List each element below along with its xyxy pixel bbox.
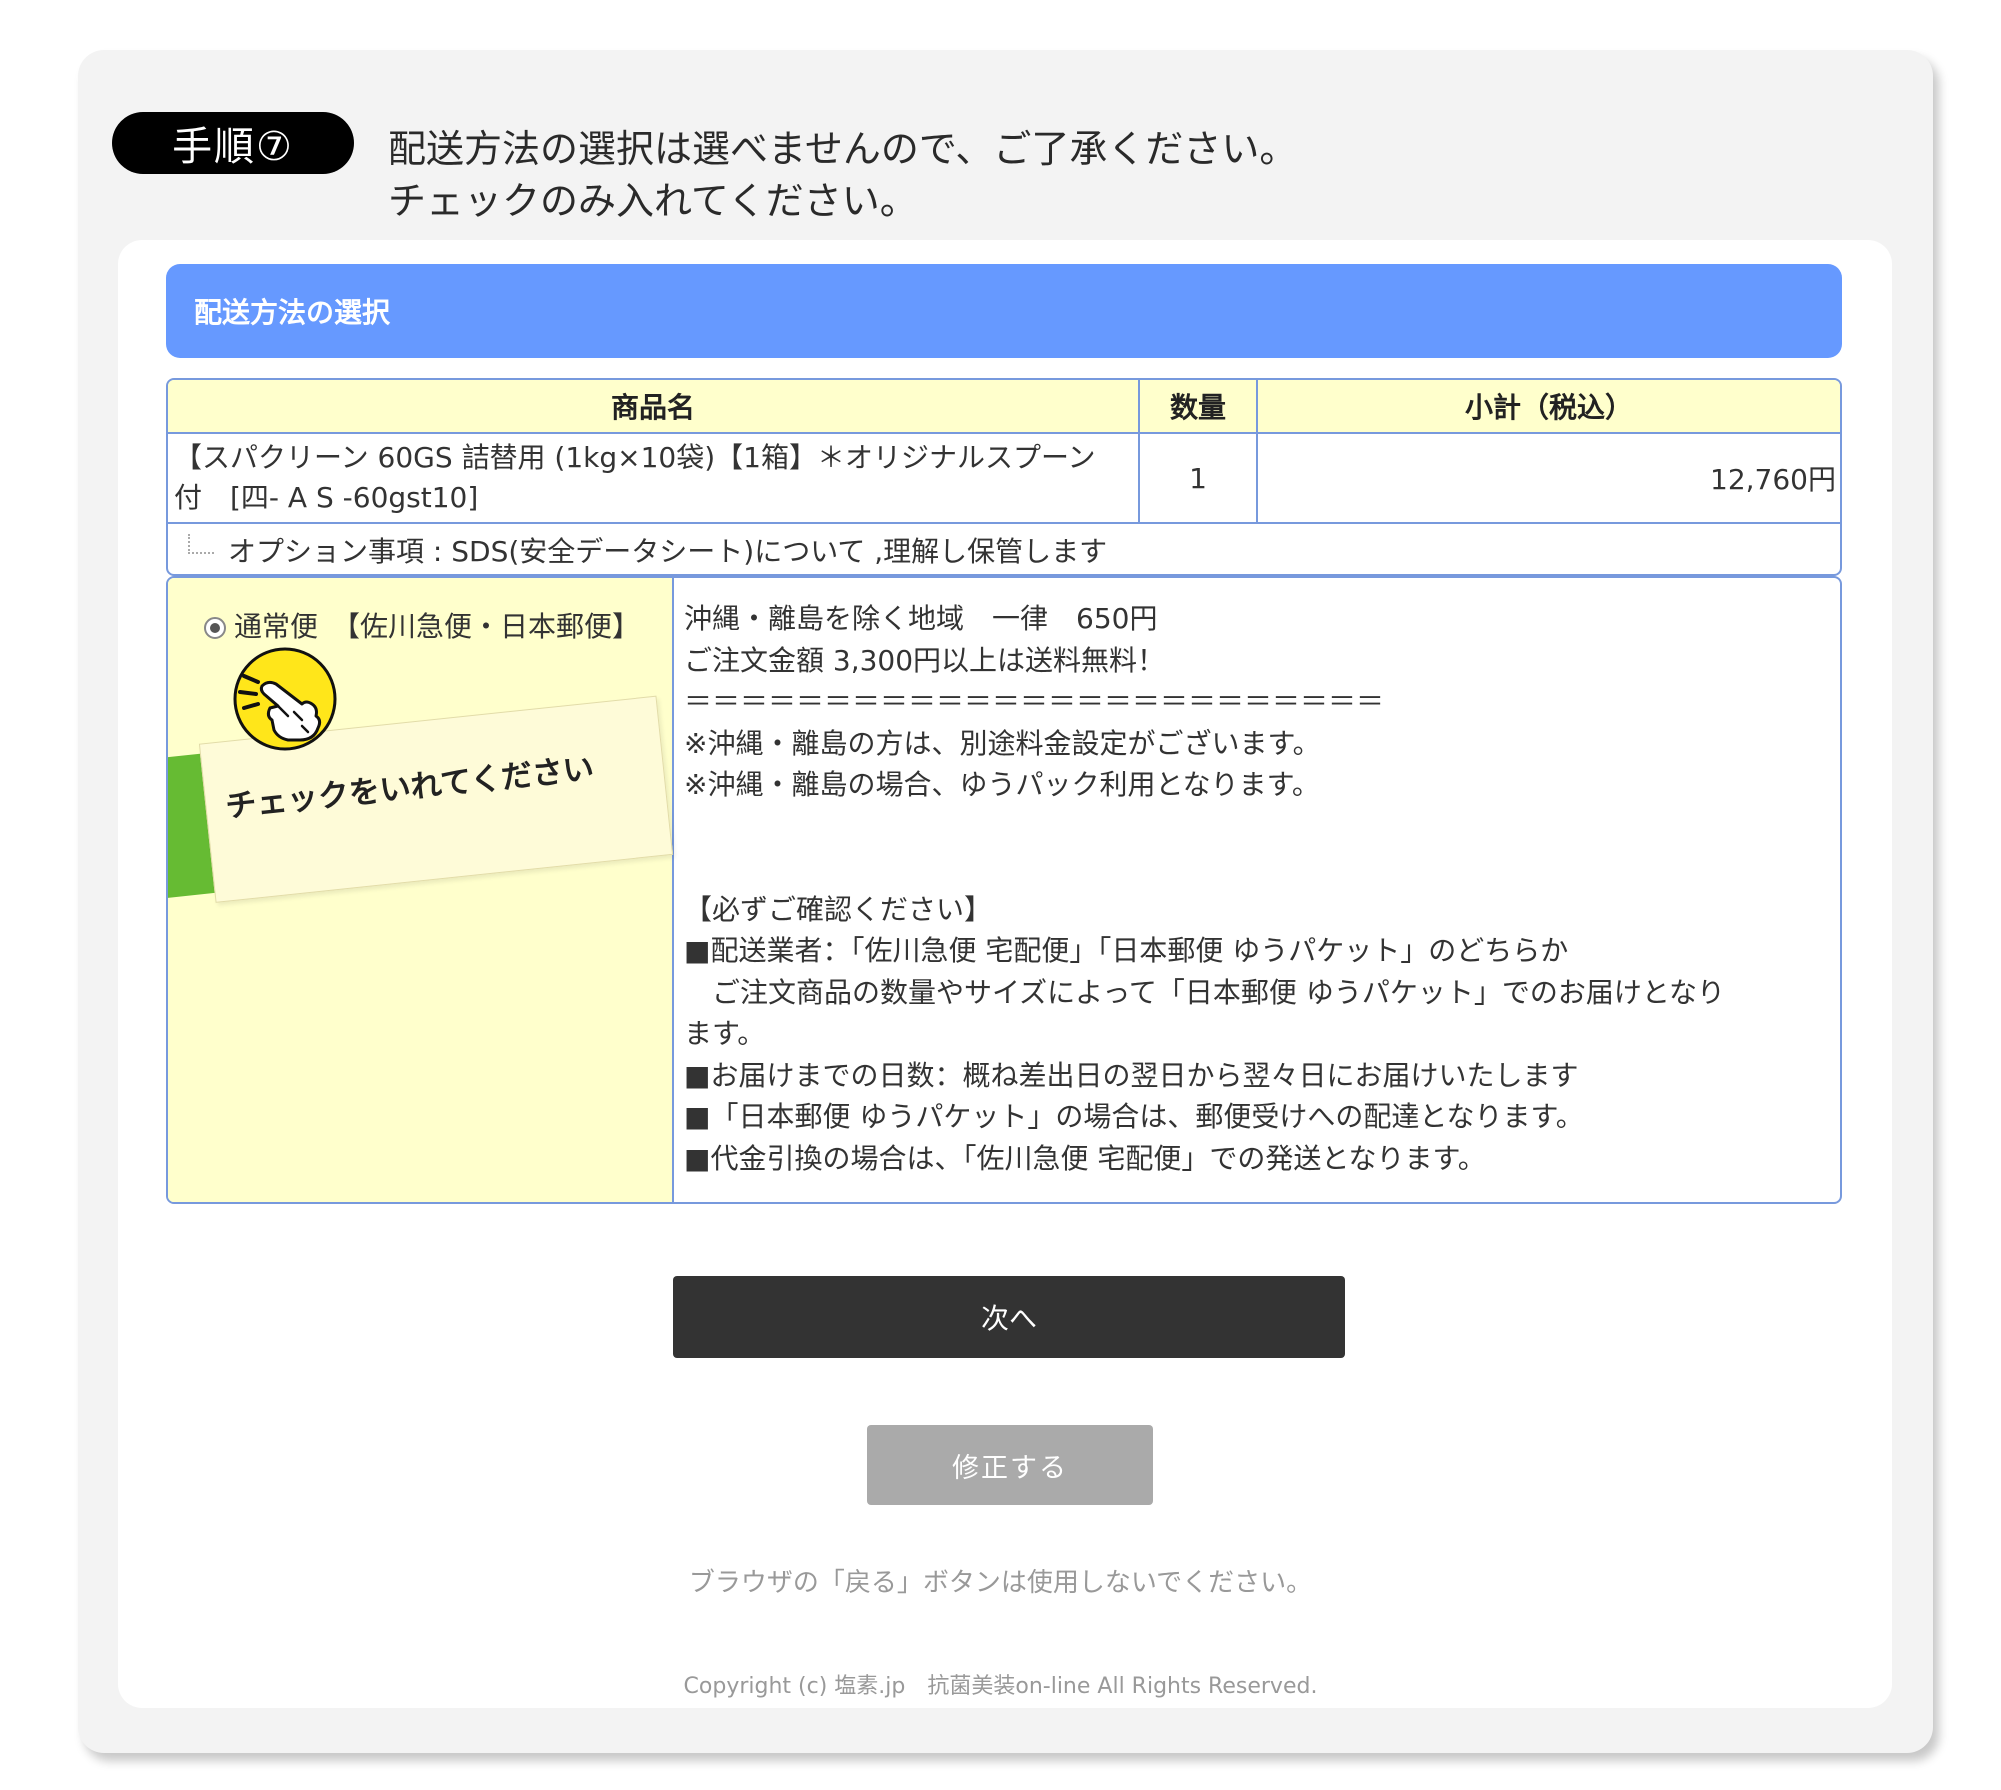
step-instruction-line2: チェックのみ入れてください。	[388, 179, 918, 223]
detail-line: ■「日本郵便 ゆうパケット」の場合は、郵便受けへの配達となります。	[684, 1100, 1584, 1133]
product-name-line1: 【スパクリーン 60GS 詰替用 (1kg×10袋)【1箱】＊オリジナルスプーン	[174, 441, 1096, 474]
detail-line: ご注文商品の数量やサイズによって「日本郵便 ゆうパケット」でのお届けとなり	[684, 975, 1725, 1009]
modify-button[interactable]: 修正する	[867, 1425, 1153, 1505]
product-name-line2: 付 [四- A S -60gst10]	[174, 481, 479, 514]
shipping-radio-button[interactable]	[204, 617, 226, 639]
header-subtotal: 小計（税込）	[1258, 380, 1840, 434]
detail-line	[684, 806, 1834, 848]
detail-line: 沖縄・離島を除く地域 一律 650円	[684, 602, 1158, 635]
product-table: 商品名 数量 小計（税込） 【スパクリーン 60GS 詰替用 (1kg×10袋)…	[166, 378, 1842, 576]
shipping-option-cell[interactable]: 通常便 【佐川急便・日本郵便】 チェックをいれてください	[168, 578, 674, 1202]
detail-line: ＝＝＝＝＝＝＝＝＝＝＝＝＝＝＝＝＝＝＝＝＝＝＝＝＝	[684, 685, 1385, 718]
detail-line	[684, 847, 1834, 889]
copyright: Copyright (c) 塩素.jp 抗菌美装on-line All Righ…	[683, 1674, 1318, 1699]
product-name-cell: 【スパクリーン 60GS 詰替用 (1kg×10袋)【1箱】＊オリジナルスプーン…	[168, 434, 1140, 522]
shipping-option[interactable]: 通常便 【佐川急便・日本郵便】	[194, 606, 654, 648]
detail-line: 【必ずご確認ください】	[684, 892, 993, 926]
option-text: オプション事項 : SDS(安全データシート)について ,理解し保管します	[228, 535, 1108, 568]
detail-line: ■配送業者：「佐川急便 宅配便」「日本郵便 ゆうパケット」のどちらか	[684, 934, 1569, 967]
shipping-method-table: 通常便 【佐川急便・日本郵便】 チェックをいれてください 沖縄・離島を除く地域 …	[166, 576, 1842, 1204]
option-row: オプション事項 : SDS(安全データシート)について ,理解し保管します	[188, 530, 1107, 570]
detail-line: ■お届けまでの日数：概ね差出日の翌日から翌々日にお届けいたします	[684, 1058, 1579, 1092]
detail-line: ます。	[684, 1017, 766, 1050]
row-divider	[168, 522, 1840, 524]
detail-line: ※沖縄・離島の方は、別途料金設定がございます。	[684, 726, 1321, 760]
header-product-name: 商品名	[168, 380, 1140, 434]
pointing-hand-icon	[233, 647, 337, 751]
back-button-warning: ブラウザの「戻る」ボタンは使用しないでください。	[688, 1568, 1313, 1598]
product-subtotal: 12,760円	[1710, 463, 1836, 496]
next-button[interactable]: 次へ	[673, 1276, 1345, 1358]
detail-line: ※沖縄・離島の場合、ゆうパック利用となります。	[684, 768, 1320, 801]
shipping-details: 沖縄・離島を除く地域 一律 650円 ご注文金額 3,300円以上は送料無料！ …	[684, 598, 1834, 1179]
tree-branch-icon	[188, 534, 214, 554]
product-quantity: 1	[1140, 434, 1258, 522]
shipping-method-label: 通常便 【佐川急便・日本郵便】	[234, 610, 641, 643]
step-instruction-line1: 配送方法の選択は選べませんので、ご了承ください。	[388, 127, 1298, 171]
step-badge: 手順⑦	[112, 112, 354, 174]
detail-line: ■代金引換の場合は、「佐川急便 宅配便」での発送となります。	[684, 1141, 1486, 1175]
header-quantity: 数量	[1140, 380, 1258, 434]
detail-line: ご注文金額 3,300円以上は送料無料！	[684, 643, 1166, 677]
section-title: 配送方法の選択	[166, 264, 1842, 358]
